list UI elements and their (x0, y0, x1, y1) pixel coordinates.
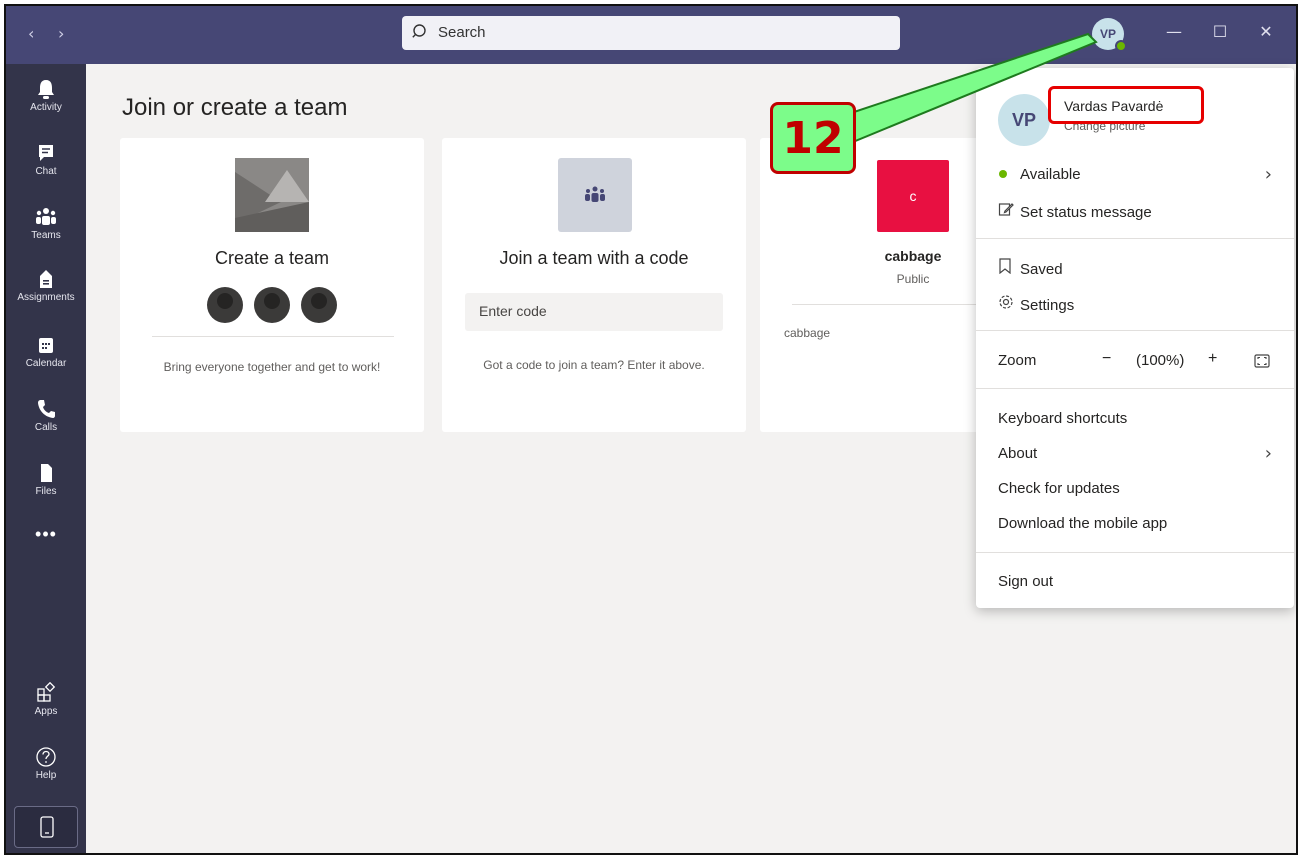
status-label: Available (1020, 166, 1081, 183)
rail-label: Help (35, 770, 57, 781)
calendar-icon (39, 338, 53, 353)
chat-icon (39, 145, 53, 161)
saved-label: Saved (1020, 261, 1063, 278)
help-icon (36, 747, 56, 767)
search-bar[interactable]: Search (402, 16, 900, 50)
card-title: Join a team with a code (499, 248, 689, 268)
menu-divider (976, 388, 1294, 389)
rail-item-apps[interactable]: Apps (6, 682, 86, 742)
team-tile: c (877, 160, 949, 232)
card-divider (152, 336, 394, 337)
rail-label: Calendar (25, 358, 67, 369)
check-updates-item[interactable]: Check for updates (998, 480, 1120, 497)
join-team-tile (558, 158, 632, 232)
rail-item-calls[interactable]: Calls (6, 398, 86, 458)
profile-avatar[interactable]: VP (998, 94, 1050, 146)
zoom-label: Zoom (998, 352, 1037, 369)
zoom-value: (100%) (1136, 352, 1185, 369)
bookmark-icon (999, 258, 1011, 275)
phone-icon (38, 400, 55, 418)
card-title: Create a team (214, 248, 330, 268)
apps-icon (37, 682, 56, 702)
more-apps-icon[interactable]: ••• (6, 524, 86, 545)
rail-item-teams[interactable]: Teams (6, 206, 86, 266)
about-item[interactable]: About (998, 445, 1037, 462)
team-code-input[interactable]: Enter code (465, 293, 723, 331)
rail-label: Chat (35, 166, 57, 177)
rail-item-activity[interactable]: Activity (6, 78, 86, 138)
rail-item-help[interactable]: Help (6, 746, 86, 806)
card-description: Bring everyone together and get to work! (163, 360, 381, 374)
team-image-icon (235, 158, 309, 232)
teams-icon (585, 186, 605, 202)
rail-label: Teams (31, 230, 61, 241)
settings-label: Settings (1020, 297, 1075, 314)
rail-label: Apps (34, 706, 58, 717)
search-placeholder: Search (438, 24, 486, 41)
card-description: Got a code to join a team? Enter it abov… (483, 358, 705, 372)
edit-icon (998, 203, 1014, 216)
teams-window: ‹ › Search VP — ☐ ✕ Activity Chat Teams … (4, 4, 1298, 855)
chevron-right-icon: › (1264, 164, 1272, 185)
teams-icon (36, 208, 56, 225)
avatar-initials: VP (1011, 109, 1036, 130)
zoom-out-button[interactable]: − (1102, 350, 1111, 368)
team-tile-letter: c (909, 188, 917, 204)
rail-label: Calls (34, 422, 58, 433)
member-avatars-icon (207, 287, 337, 323)
zoom-in-button[interactable]: + (1208, 350, 1217, 368)
avatar-initials: VP (1099, 27, 1116, 41)
rail-label: Assignments (17, 292, 75, 303)
step-number-badge: 12 (770, 102, 856, 174)
close-button[interactable]: ✕ (1256, 22, 1276, 42)
page-title: Join or create a team (122, 94, 348, 121)
mobile-device-button[interactable] (14, 806, 78, 848)
rail-label: Activity (30, 102, 62, 113)
bell-icon (38, 80, 54, 99)
sign-out-item[interactable]: Sign out (998, 573, 1053, 590)
rail-item-assignments[interactable]: Assignments (6, 268, 86, 328)
minimize-button[interactable]: — (1164, 22, 1184, 42)
assignments-icon (40, 270, 52, 288)
profile-menu: VP Vardas Pavardė Change picture Availab… (976, 68, 1294, 608)
menu-divider (976, 330, 1294, 331)
back-arrow-icon[interactable]: ‹ (28, 24, 34, 43)
title-bar: ‹ › Search VP — ☐ ✕ (6, 6, 1296, 64)
highlight-box (1048, 86, 1204, 124)
join-team-card: Join a team with a code Enter code Got a… (442, 138, 746, 432)
set-status-message[interactable]: Set status message (998, 201, 1152, 221)
status-available[interactable]: Available (998, 166, 1081, 183)
menu-divider (976, 238, 1294, 239)
fullscreen-icon[interactable] (1254, 354, 1270, 368)
forward-arrow-icon[interactable]: › (58, 24, 64, 43)
profile-avatar-button[interactable]: VP (1092, 18, 1127, 52)
team-description: cabbage (784, 326, 831, 340)
keyboard-shortcuts-item[interactable]: Keyboard shortcuts (998, 410, 1127, 427)
rail-item-chat[interactable]: Chat (6, 142, 86, 202)
maximize-button[interactable]: ☐ (1210, 22, 1230, 42)
available-status-icon (999, 170, 1007, 178)
gear-icon (999, 295, 1013, 309)
app-rail: Activity Chat Teams Assignments Calendar… (6, 64, 86, 853)
rail-item-calendar[interactable]: Calendar (6, 334, 86, 394)
create-team-card[interactable]: Create a team Bring everyone together an… (120, 138, 424, 432)
set-status-label: Set status message (1020, 204, 1152, 221)
menu-divider (976, 552, 1294, 553)
search-icon (412, 24, 426, 38)
saved-item[interactable]: Saved (998, 258, 1063, 278)
rail-label: Files (35, 486, 57, 497)
rail-item-files[interactable]: Files (6, 462, 86, 522)
phone-device-icon (40, 816, 54, 838)
chevron-right-icon: › (1264, 443, 1272, 464)
available-status-icon (1115, 40, 1127, 52)
settings-item[interactable]: Settings (998, 294, 1074, 314)
member-avatars (206, 286, 338, 329)
file-icon (41, 464, 52, 482)
download-mobile-item[interactable]: Download the mobile app (998, 515, 1167, 532)
